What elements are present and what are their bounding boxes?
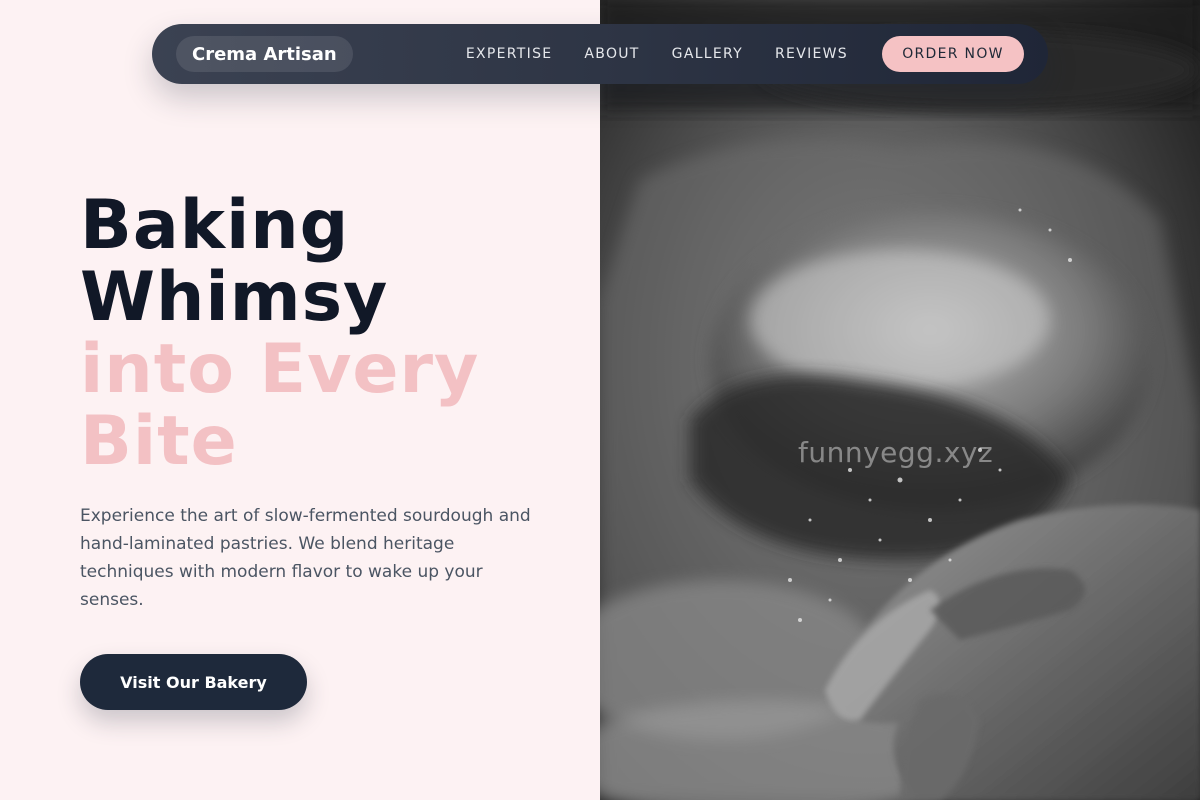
hero-headline: Baking Whimsy into Every Bite	[80, 190, 580, 478]
nav-links: EXPERTISE ABOUT GALLERY REVIEWS	[466, 46, 848, 62]
brand-logo[interactable]: Crema Artisan	[176, 36, 353, 72]
watermark-text: funnyegg.xyz	[798, 436, 994, 469]
flour-dough-photo	[600, 0, 1200, 800]
headline-line-2: Whimsy	[80, 258, 389, 337]
visit-bakery-button[interactable]: Visit Our Bakery	[80, 654, 307, 710]
order-now-button[interactable]: ORDER NOW	[882, 36, 1024, 72]
top-navbar: Crema Artisan EXPERTISE ABOUT GALLERY RE…	[152, 24, 1048, 84]
headline-line-3: into Every	[80, 330, 480, 409]
headline-line-1: Baking	[80, 186, 350, 265]
nav-link-reviews[interactable]: REVIEWS	[775, 46, 848, 62]
nav-link-about[interactable]: ABOUT	[584, 46, 639, 62]
headline-line-4: Bite	[80, 402, 238, 481]
nav-link-gallery[interactable]: GALLERY	[672, 46, 743, 62]
nav-link-expertise[interactable]: EXPERTISE	[466, 46, 553, 62]
hero-photo: funnyegg.xyz	[600, 0, 1200, 800]
hero-description: Experience the art of slow-fermented sou…	[80, 506, 531, 610]
